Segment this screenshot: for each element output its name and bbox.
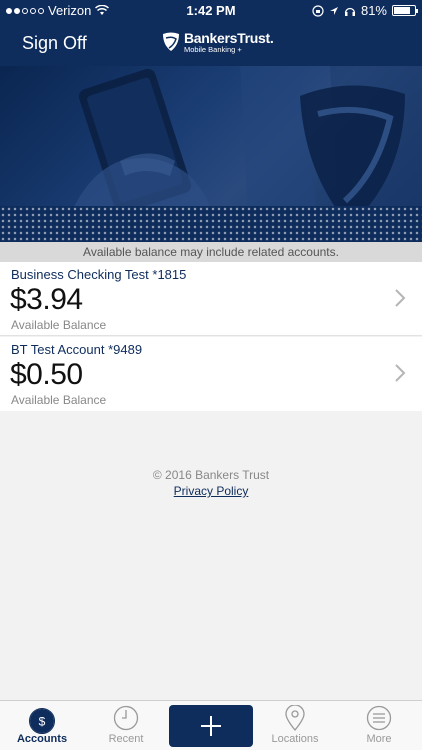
menu-icon xyxy=(366,705,392,731)
account-name: Business Checking Test *1815 xyxy=(11,267,187,282)
tab-label: Locations xyxy=(271,733,319,745)
logo-name: BankersTrust. xyxy=(184,30,274,46)
tab-recent[interactable]: Recent xyxy=(84,701,168,750)
battery-percent: 81% xyxy=(360,3,387,18)
sign-off-button[interactable]: Sign Off xyxy=(22,33,87,54)
location-arrow-icon xyxy=(329,6,338,15)
bankers-trust-logo: BankersTrust. Mobile Banking + xyxy=(162,30,274,54)
tab-bar: $ Accounts Recent Locations More xyxy=(0,700,422,750)
tab-locations[interactable]: Locations xyxy=(253,701,337,750)
tab-more[interactable]: More xyxy=(337,701,421,750)
account-balance: $3.94 xyxy=(10,283,83,316)
tab-label: Accounts xyxy=(16,733,68,745)
account-balance-label: Available Balance xyxy=(11,318,107,332)
available-balance-notice: Available balance may include related ac… xyxy=(0,242,422,262)
tab-label: Recent xyxy=(108,733,144,745)
accounts-dollar-icon: $ xyxy=(29,708,55,734)
account-row-bt-test[interactable]: BT Test Account *9489 $0.50 Available Ba… xyxy=(0,337,422,411)
privacy-policy-link[interactable]: Privacy Policy xyxy=(0,484,422,498)
dot-pattern-stripe xyxy=(0,206,422,242)
logo-subtitle: Mobile Banking + xyxy=(184,45,242,54)
chevron-right-icon xyxy=(395,289,406,307)
battery-icon xyxy=(392,5,418,16)
headphones-icon xyxy=(344,7,356,16)
hero-banner-image xyxy=(0,66,422,242)
svg-text:$: $ xyxy=(39,715,46,729)
account-row-business-checking[interactable]: Business Checking Test *1815 $3.94 Avail… xyxy=(0,262,422,336)
shield-logo-icon xyxy=(163,32,179,52)
clock-icon xyxy=(113,705,139,731)
chevron-right-icon xyxy=(395,364,406,382)
tab-label: More xyxy=(366,733,392,745)
account-balance: $0.50 xyxy=(10,358,83,391)
location-pin-icon xyxy=(285,705,305,731)
rotation-lock-icon xyxy=(312,4,324,17)
account-balance-label: Available Balance xyxy=(11,393,107,407)
status-right: 81% xyxy=(312,3,418,18)
account-name: BT Test Account *9489 xyxy=(11,342,143,357)
plus-icon xyxy=(201,716,221,736)
copyright-text: © 2016 Bankers Trust xyxy=(152,468,270,482)
tab-accounts[interactable]: $ Accounts xyxy=(0,701,84,750)
nav-bar: Sign Off BankersTrust. Mobile Banking + xyxy=(0,22,422,66)
status-bar: Verizon 1:42 PM 81% xyxy=(0,0,422,22)
quick-action-plus-button[interactable] xyxy=(169,705,253,747)
